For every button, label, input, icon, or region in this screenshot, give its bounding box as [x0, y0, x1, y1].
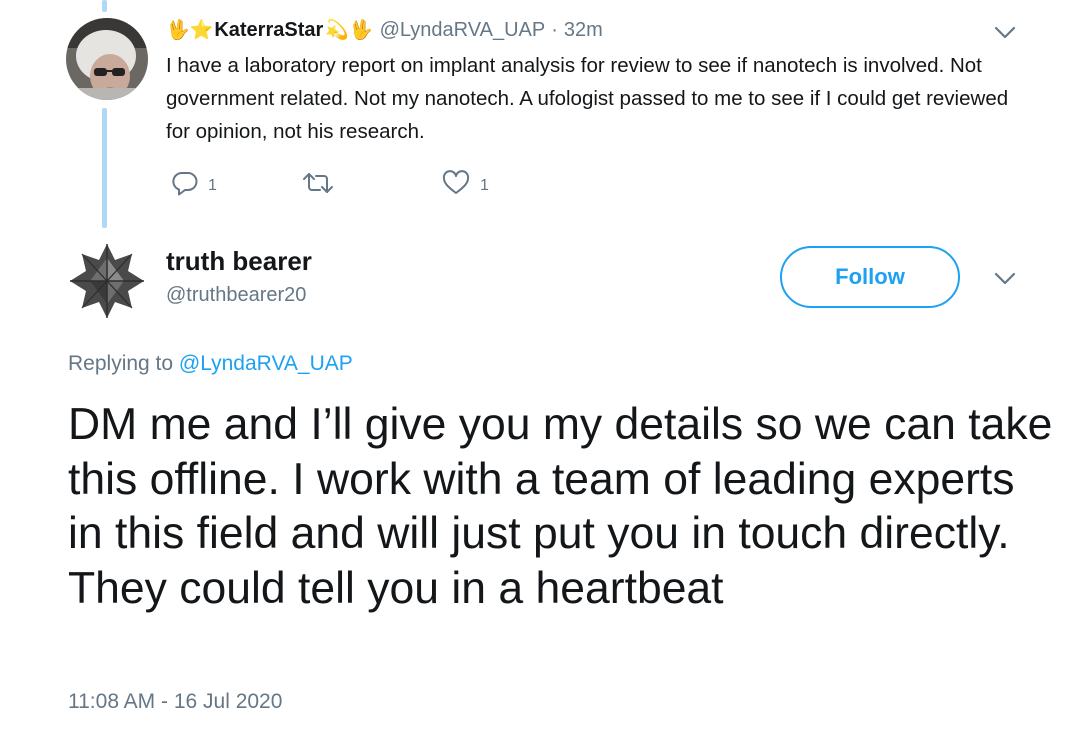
thread-line-top: [102, 0, 107, 12]
parent-display-name[interactable]: KaterraStar: [214, 16, 323, 44]
heart-icon: [442, 170, 470, 194]
retweet-button[interactable]: [302, 170, 334, 196]
chevron-down-icon[interactable]: [994, 26, 1016, 40]
reply-tweet-text: DM me and I’ll give you my details so we…: [68, 400, 1053, 613]
reply-count: 1: [208, 177, 217, 194]
retweet-icon: [303, 173, 333, 193]
thread-line: [102, 108, 107, 228]
reply-display-name[interactable]: truth bearer: [166, 246, 312, 277]
reply-icon: [172, 171, 198, 196]
parent-tweet-actions: 1 1: [166, 170, 566, 204]
replying-to-label: Replying to: [68, 352, 174, 375]
parent-handle[interactable]: @LyndaRVA_UAP: [380, 16, 546, 44]
like-count: 1: [480, 177, 489, 194]
replying-to-mention[interactable]: @LyndaRVA_UAP: [179, 352, 353, 375]
separator-dot: ·: [551, 19, 558, 41]
parent-time[interactable]: 32m: [564, 16, 603, 44]
leading-emojis: 🖖⭐: [166, 19, 214, 41]
avatar-katerrastar[interactable]: [66, 18, 148, 100]
avatar-truthbearer[interactable]: [66, 240, 148, 322]
parent-tweet-text: I have a laboratory report on implant an…: [166, 54, 1009, 143]
chevron-down-icon[interactable]: [994, 272, 1016, 286]
trailing-emojis: 💫🖖: [325, 19, 373, 41]
like-button[interactable]: 1: [442, 170, 489, 196]
replying-to: Replying to @LyndaRVA_UAP: [68, 352, 353, 376]
reply-timestamp[interactable]: 11:08 AM - 16 Jul 2020: [68, 690, 282, 714]
parent-tweet-header: 🖖⭐ KaterraStar 💫🖖 @LyndaRVA_UAP · 32m: [166, 16, 603, 44]
reply-button[interactable]: 1: [172, 170, 217, 196]
reply-handle[interactable]: @truthbearer20: [166, 284, 306, 307]
follow-button[interactable]: Follow: [780, 246, 960, 308]
